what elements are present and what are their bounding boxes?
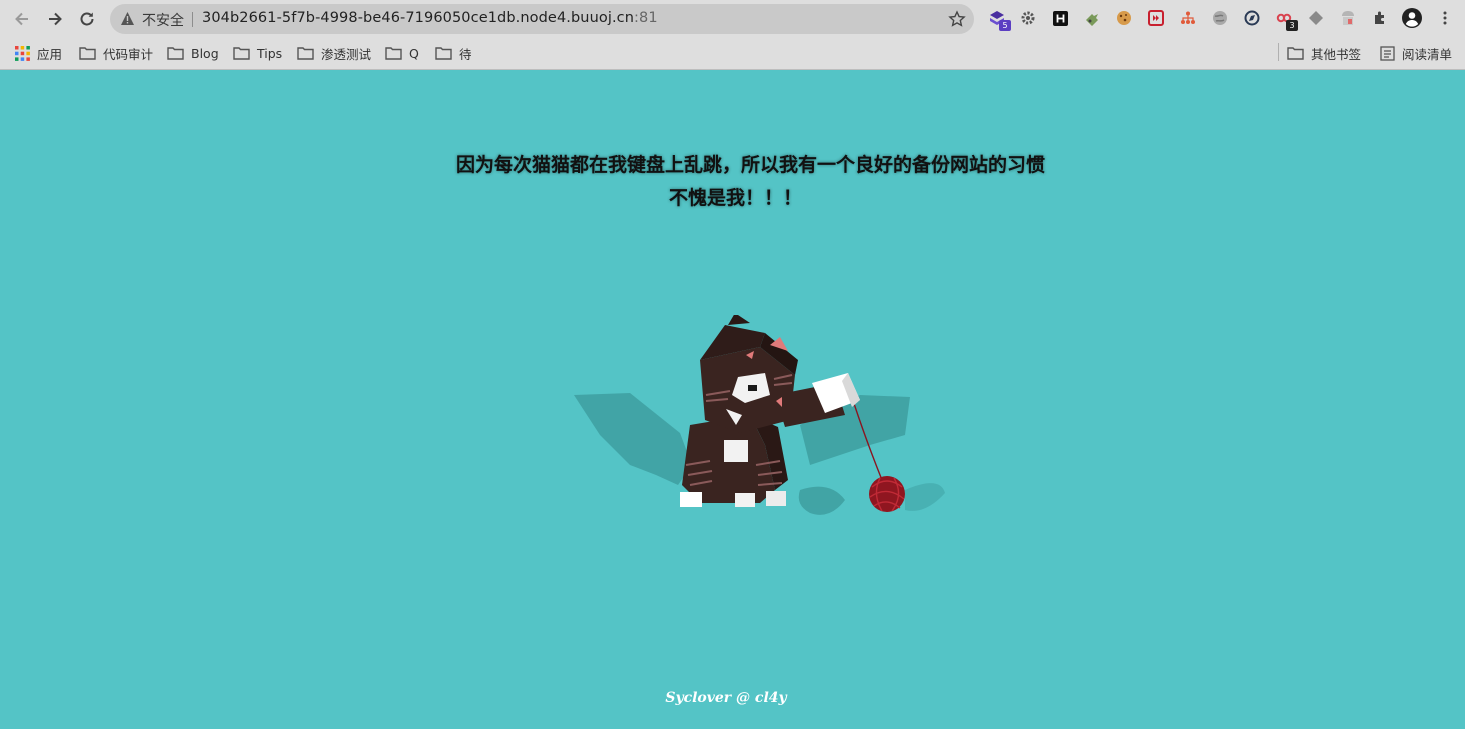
browser-toolbar: 不安全 304b2661-5f7b-4998-be46-7196050ce1db… [0,0,1465,37]
profile-button[interactable] [1402,8,1422,28]
extension-h[interactable] [1051,9,1069,27]
bookmark-other[interactable]: 其他书签 [1287,44,1361,62]
folder-icon [1287,46,1304,60]
arrow-left-icon [15,12,28,26]
page-message-line-1: 因为每次猫猫都在我键盘上乱跳，所以我有一个良好的备份网站的习惯 [455,154,1045,176]
bookmark-label: 代码审计 [103,46,154,62]
extension-badge: 3 [1286,20,1298,31]
bookmarks-bar: 应用 代码审计 Blog Tips 渗透测试 Q 待 其他书签 阅读清单 [0,37,1465,70]
extension-link[interactable]: 3 [1275,9,1298,31]
extension-badge: 5 [999,20,1011,31]
bookmark-label: 渗透测试 [321,46,372,62]
extensions-menu[interactable] [1371,9,1389,27]
shop-icon [1342,11,1354,25]
globe-icon [1213,11,1227,25]
bookmark-folder[interactable]: 代码审计 [79,44,153,62]
bookmark-folder[interactable]: 渗透测试 [297,44,371,62]
bookmark-label: 待 [459,46,472,62]
extension-shop[interactable] [1339,9,1357,27]
back-button[interactable] [10,7,34,31]
url-port: :81 [634,10,658,26]
forward-red-icon [1148,10,1164,26]
page-message-line-2: 不愧是我！！！ [668,187,802,209]
address-bar[interactable]: 不安全 304b2661-5f7b-4998-be46-7196050ce1db… [110,4,974,34]
extension-gear[interactable] [1019,9,1037,27]
warning-icon [121,12,134,25]
bookmark-folder[interactable]: 待 [435,44,472,62]
bookmark-label: Tips [257,45,283,61]
page-content: 因为每次猫猫都在我键盘上乱跳，所以我有一个良好的备份网站的习惯 不愧是我！！！ [0,70,1465,729]
folder-icon [233,46,250,60]
reading-list-label: 阅读清单 [1402,46,1453,62]
folder-icon [167,46,184,60]
url-host: 304b2661-5f7b-4998-be46-7196050ce1db.nod… [202,10,635,26]
browser-menu-button[interactable] [1436,9,1454,27]
bookmark-folder[interactable]: Q [385,44,419,62]
profile-icon [1402,8,1422,28]
tree-icon [1181,11,1195,24]
cookie-icon [1117,11,1131,25]
bookmark-folder[interactable]: Blog [167,44,219,62]
forward-button[interactable] [43,7,67,31]
extension-diamond[interactable] [1307,9,1325,27]
puzzle-green-icon [1086,14,1098,26]
page-footer: Syclover @ cl4y [665,690,787,706]
folder-icon [385,46,402,60]
bookmark-folder[interactable]: Tips [233,44,282,62]
bookmark-other-label: 其他书签 [1311,46,1362,62]
h-icon [1052,10,1068,26]
folder-icon [79,46,96,60]
cat-illustration [574,315,945,515]
bookmarks-divider [1278,43,1279,61]
bookmark-apps-label: 应用 [37,46,63,62]
extension-forward-red[interactable] [1147,9,1165,27]
extension-globe[interactable] [1211,9,1229,27]
bookmark-apps[interactable]: 应用 [15,44,62,62]
compass-icon [1244,10,1260,26]
extensions-icon [1375,11,1384,24]
reading-list[interactable]: 阅读清单 [1380,44,1452,62]
cat-head [700,315,798,433]
yarn-ball [869,476,905,512]
arrow-right-icon [49,12,62,26]
extension-puzzle-green[interactable] [1083,9,1101,27]
bookmark-label: Blog [191,45,219,61]
security-label[interactable]: 不安全 [142,10,184,30]
address-divider [192,12,193,27]
gear-icon [1021,11,1035,25]
reload-icon [80,12,94,26]
folder-icon [435,46,452,60]
url-text[interactable]: 304b2661-5f7b-4998-be46-7196050ce1db.nod… [202,10,658,26]
extension-compass[interactable] [1243,9,1261,27]
diamond-icon [1309,11,1323,25]
folder-icon [297,46,314,60]
reload-button[interactable] [75,7,99,31]
reading-list-icon [1380,45,1395,61]
extension-cookie[interactable] [1115,9,1133,27]
bookmark-label: Q [409,45,419,61]
bookmark-star-icon[interactable] [948,10,966,28]
apps-grid-icon [15,45,30,61]
extension-stack[interactable]: 5 [988,9,1011,31]
extension-tree[interactable] [1179,9,1197,27]
menu-icon [1443,11,1447,25]
